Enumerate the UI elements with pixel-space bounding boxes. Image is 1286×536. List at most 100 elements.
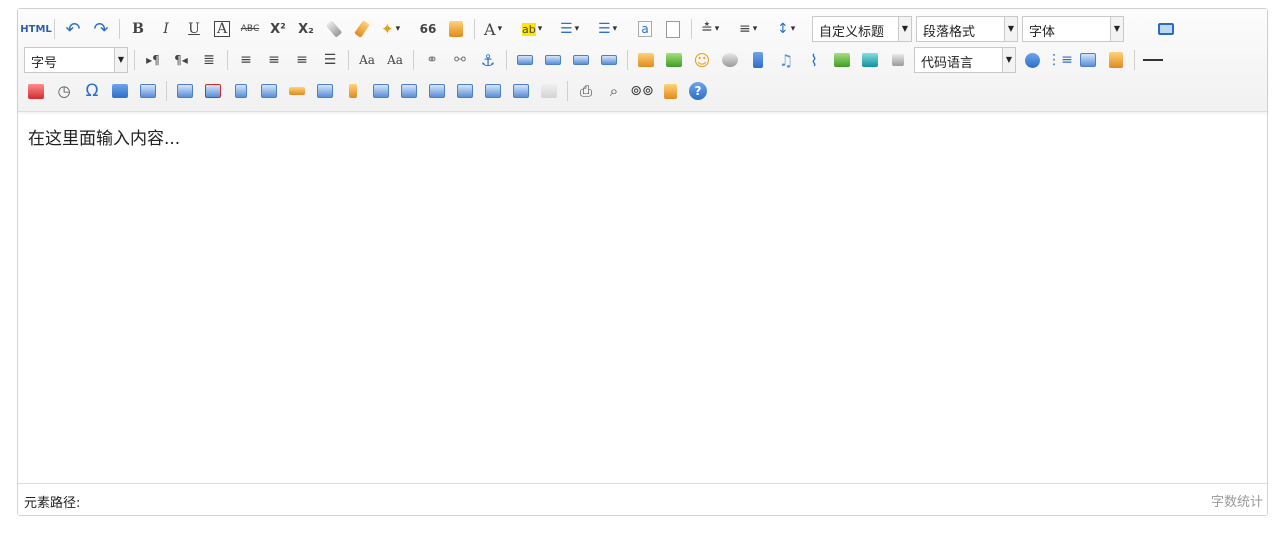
video-icon bbox=[753, 52, 763, 68]
ordered-list-button[interactable]: ☰ bbox=[557, 17, 591, 41]
emotion-button[interactable]: ☺ bbox=[690, 48, 714, 72]
ltr-button[interactable]: ▸¶ bbox=[141, 48, 165, 72]
cleardoc-button[interactable] bbox=[661, 17, 685, 41]
unordered-list-button[interactable]: ☰ bbox=[595, 17, 629, 41]
justify-left-button[interactable]: ≡ bbox=[234, 48, 258, 72]
fontborder-icon: A bbox=[213, 21, 231, 37]
preview-button[interactable]: ⌕ bbox=[602, 79, 626, 103]
justify-right-button[interactable]: ≡ bbox=[290, 48, 314, 72]
insertcol-button[interactable] bbox=[313, 79, 337, 103]
drafts-button[interactable] bbox=[658, 79, 682, 103]
insertparagraphbeforetable-button[interactable] bbox=[229, 79, 253, 103]
print-button[interactable]: ⎙ bbox=[574, 79, 598, 103]
tolowercase-button[interactable]: Aa bbox=[383, 48, 407, 72]
mergedown-button[interactable] bbox=[425, 79, 449, 103]
backcolor-button[interactable]: ab bbox=[519, 17, 553, 41]
anchor-icon: ⚓ bbox=[480, 50, 496, 70]
deleterow-button[interactable] bbox=[285, 79, 309, 103]
link-button[interactable]: ⚭ bbox=[420, 48, 444, 72]
anchor-button[interactable]: ⚓ bbox=[476, 48, 500, 72]
insertframe-button[interactable] bbox=[886, 48, 910, 72]
bold-button[interactable]: B bbox=[126, 17, 150, 41]
fontcolor-button[interactable]: A bbox=[481, 17, 515, 41]
html-source-button[interactable]: HTML bbox=[20, 17, 52, 41]
fullscreen-button[interactable] bbox=[1154, 17, 1178, 41]
background-button[interactable] bbox=[1104, 48, 1128, 72]
font-family-select[interactable]: 字体 ▼ bbox=[1022, 16, 1124, 42]
code-language-select[interactable]: 代码语言 ▼ bbox=[914, 47, 1016, 73]
fontborder-button[interactable]: A bbox=[210, 17, 234, 41]
insert-row-icon bbox=[261, 84, 277, 98]
touppercase-button[interactable]: Aa bbox=[355, 48, 379, 72]
format-brush-button[interactable] bbox=[350, 17, 374, 41]
image-left-button[interactable] bbox=[541, 48, 565, 72]
blockquote-button[interactable]: 66 bbox=[416, 17, 440, 41]
charts-button[interactable] bbox=[537, 79, 561, 103]
spechars-button[interactable]: Ω bbox=[80, 79, 104, 103]
justify-center-button[interactable]: ≡ bbox=[262, 48, 286, 72]
scrawl-button[interactable] bbox=[718, 48, 742, 72]
lineheight-button[interactable]: ↕ bbox=[774, 17, 808, 41]
autotypeset-icon: ✦ bbox=[381, 20, 394, 38]
rowspacingtop-button[interactable]: ≛ bbox=[698, 17, 732, 41]
deletetable-button[interactable] bbox=[201, 79, 225, 103]
undo-button[interactable]: ↶ bbox=[61, 17, 85, 41]
font-size-select[interactable]: 字号 ▼ bbox=[24, 47, 128, 73]
italic-button[interactable]: I bbox=[154, 17, 178, 41]
paragraph-select[interactable]: 段落格式 ▼ bbox=[916, 16, 1018, 42]
attachment-button[interactable]: ⌇ bbox=[802, 48, 826, 72]
strikethrough-button[interactable]: ABC bbox=[238, 17, 262, 41]
snapscreen-button[interactable] bbox=[108, 79, 132, 103]
rtl-button[interactable]: ¶◂ bbox=[169, 48, 193, 72]
redo-button[interactable]: ↷ bbox=[89, 17, 113, 41]
insertimage-button[interactable] bbox=[662, 48, 686, 72]
underline-icon: U bbox=[188, 21, 200, 37]
paste-text-button[interactable] bbox=[444, 17, 468, 41]
unordered-list-icon: ☰ bbox=[598, 21, 611, 37]
image-icon bbox=[638, 53, 654, 67]
underline-button[interactable]: U bbox=[182, 17, 206, 41]
toolbar-row-1: HTML ↶ ↷ B I U A ABC X² X₂ ✦ 66 A ab ☰ ☰… bbox=[20, 14, 1180, 44]
splittocols-button[interactable] bbox=[509, 79, 533, 103]
horizontal-rule-button[interactable] bbox=[1141, 48, 1165, 72]
unlink-icon: ⚯ bbox=[454, 52, 466, 68]
unlink-button[interactable]: ⚯ bbox=[448, 48, 472, 72]
subscript-button[interactable]: X₂ bbox=[294, 17, 318, 41]
help-button[interactable]: ? bbox=[686, 79, 710, 103]
simpleupload-button[interactable] bbox=[634, 48, 658, 72]
subscript-icon: X₂ bbox=[298, 21, 314, 37]
searchreplace-button[interactable]: ⊚⊚ bbox=[630, 79, 654, 103]
indent-button[interactable]: ≣ bbox=[197, 48, 221, 72]
time-button[interactable]: ◷ bbox=[52, 79, 76, 103]
splittocells-button[interactable] bbox=[453, 79, 477, 103]
mergeright-button[interactable] bbox=[397, 79, 421, 103]
separator bbox=[627, 50, 628, 70]
gmap-button[interactable] bbox=[858, 48, 882, 72]
select-all-button[interactable]: a bbox=[633, 17, 657, 41]
webapp-button[interactable] bbox=[1020, 48, 1044, 72]
image-center-button[interactable] bbox=[597, 48, 621, 72]
custom-heading-value: 自定义标题 bbox=[819, 25, 885, 40]
splittorows-button[interactable] bbox=[481, 79, 505, 103]
eraser-button[interactable] bbox=[322, 17, 346, 41]
autotypeset-button[interactable]: ✦ bbox=[378, 17, 412, 41]
inserttable-button[interactable] bbox=[173, 79, 197, 103]
custom-heading-select[interactable]: 自定义标题 ▼ bbox=[812, 16, 912, 42]
justify-full-button[interactable]: ☰ bbox=[318, 48, 342, 72]
wordimage-button[interactable] bbox=[136, 79, 160, 103]
mergecells-button[interactable] bbox=[369, 79, 393, 103]
editor-content[interactable]: 在这里面输入内容... bbox=[28, 124, 180, 149]
template-button[interactable] bbox=[1076, 48, 1100, 72]
insertrow-button[interactable] bbox=[257, 79, 281, 103]
image-none-button[interactable] bbox=[513, 48, 537, 72]
music-button[interactable]: ♫ bbox=[774, 48, 798, 72]
image-right-button[interactable] bbox=[569, 48, 593, 72]
date-button[interactable] bbox=[24, 79, 48, 103]
insertvideo-button[interactable] bbox=[746, 48, 770, 72]
superscript-button[interactable]: X² bbox=[266, 17, 290, 41]
rowspacingbottom-button[interactable]: ≡ bbox=[736, 17, 770, 41]
justify-full-icon: ☰ bbox=[323, 52, 337, 68]
map-button[interactable] bbox=[830, 48, 854, 72]
deletecol-button[interactable] bbox=[341, 79, 365, 103]
pagebreak-button[interactable]: ⋮≡ bbox=[1047, 48, 1073, 72]
